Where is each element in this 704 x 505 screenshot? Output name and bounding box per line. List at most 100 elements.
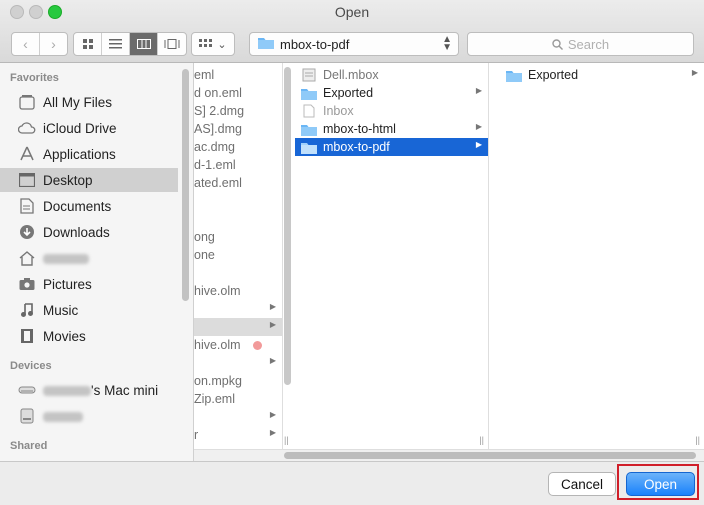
list-item[interactable]: Zip.eml xyxy=(194,390,282,408)
camera-icon xyxy=(18,276,36,292)
folder-icon xyxy=(301,122,317,136)
sidebar-item-icloud-drive[interactable]: iCloud Drive xyxy=(0,116,178,140)
column-resize-handle[interactable]: || xyxy=(695,435,700,445)
location-label: mbox-to-pdf xyxy=(280,36,350,52)
disclosure-arrow-icon: ▶ xyxy=(269,320,276,329)
mbox-file-icon xyxy=(301,68,317,82)
location-popup[interactable]: mbox-to-pdf ▲ ▼ xyxy=(249,32,459,56)
redacted-device-owner xyxy=(43,385,91,396)
red-tag-icon xyxy=(253,341,262,350)
arrange-menu-button[interactable]: ⌄ xyxy=(191,32,235,56)
list-item-selected[interactable]: mbox-to-pdf ▶ xyxy=(295,138,488,156)
list-item[interactable]: hive.olm xyxy=(194,336,282,354)
forward-button[interactable]: › xyxy=(40,33,67,55)
shared-heading: Shared xyxy=(10,440,48,452)
list-item[interactable]: ated.eml xyxy=(194,174,282,192)
horizontal-scrollbar[interactable] xyxy=(284,452,696,459)
favorites-heading: Favorites xyxy=(10,72,59,84)
column-subfolder: Exported ▶ || xyxy=(500,63,704,449)
updown-chevron-icon: ▲ ▼ xyxy=(442,34,452,53)
column-view-button[interactable] xyxy=(130,33,158,55)
list-item[interactable]: AS].dmg xyxy=(194,120,282,138)
sidebar-item-disk[interactable] xyxy=(0,404,178,428)
column-current-folder: Dell.mbox Exported ▶ Inbox mbox-to-html … xyxy=(295,63,489,449)
list-view-button[interactable] xyxy=(102,33,130,55)
icon-view-button[interactable] xyxy=(74,33,102,55)
titlebar: Open ‹ › ⌄ mbox-to-pdf ▲ ▼ Search xyxy=(0,0,704,63)
list-item[interactable]: ▶ xyxy=(194,408,282,426)
cancel-button[interactable]: Cancel xyxy=(548,472,616,496)
downloads-icon xyxy=(18,224,36,240)
chevron-right-icon: › xyxy=(51,36,56,52)
sidebar-item-desktop[interactable]: Desktop xyxy=(0,168,178,192)
column-scrollbar[interactable] xyxy=(284,67,291,385)
sidebar-item-applications[interactable]: Applications xyxy=(0,142,178,166)
document-icon xyxy=(301,104,317,118)
column-resize-handle[interactable]: || xyxy=(284,435,289,445)
cover-flow-button[interactable] xyxy=(158,33,185,55)
list-item[interactable]: S] 2.dmg xyxy=(194,102,282,120)
list-item[interactable]: Exported ▶ xyxy=(295,84,488,102)
list-item[interactable]: ong xyxy=(194,228,282,246)
documents-icon xyxy=(18,198,36,214)
sidebar-item-movies[interactable]: Movies xyxy=(0,324,178,348)
redacted-disk-name xyxy=(43,411,83,422)
disclosure-arrow-icon: ▶ xyxy=(475,140,482,149)
list-item[interactable]: Exported ▶ xyxy=(500,66,704,84)
sidebar-item-label xyxy=(43,409,83,424)
view-mode-segment xyxy=(73,32,187,56)
sidebar-item-home[interactable] xyxy=(0,246,178,270)
sidebar-item-label: Movies xyxy=(43,328,86,344)
sidebar-item-all-my-files[interactable]: All My Files xyxy=(0,90,178,114)
list-item[interactable]: ac.dmg xyxy=(194,138,282,156)
sidebar-item-downloads[interactable]: Downloads xyxy=(0,220,178,244)
folder-icon xyxy=(301,140,317,154)
chevron-left-icon: ‹ xyxy=(23,36,28,52)
list-item[interactable]: Inbox xyxy=(295,102,488,120)
list-item[interactable]: one xyxy=(194,246,282,264)
list-item-selected[interactable]: ▶ xyxy=(194,318,282,336)
sidebar-item-label: iCloud Drive xyxy=(43,120,117,136)
folder-icon xyxy=(301,86,317,100)
search-field[interactable]: Search xyxy=(467,32,694,56)
back-button[interactable]: ‹ xyxy=(12,33,40,55)
list-item[interactable]: mbox-to-html ▶ xyxy=(295,120,488,138)
list-item[interactable]: Dell.mbox xyxy=(295,66,488,84)
disclosure-arrow-icon: ▶ xyxy=(269,428,276,437)
list-item[interactable]: ▶ xyxy=(194,354,282,372)
sidebar-item-documents[interactable]: Documents xyxy=(0,194,178,218)
sidebar-item-label: Pictures xyxy=(43,276,92,292)
column-parent: eml d on.eml S] 2.dmg AS].dmg ac.dmg d-1… xyxy=(194,63,283,449)
sidebar-item-label: Downloads xyxy=(43,224,110,240)
list-item[interactable]: hive.olm xyxy=(194,282,282,300)
search-placeholder: Search xyxy=(567,36,610,52)
sidebar-item-music[interactable]: Music xyxy=(0,298,178,322)
list-item[interactable]: d on.eml xyxy=(194,84,282,102)
sidebar-item-mac-mini[interactable]: 's Mac mini xyxy=(0,378,178,402)
disclosure-arrow-icon: ▶ xyxy=(691,68,698,77)
sidebar-item-label: All My Files xyxy=(43,94,113,110)
list-item[interactable] xyxy=(194,192,282,210)
annotation-highlight-box xyxy=(617,464,699,500)
all-files-icon xyxy=(18,94,36,110)
list-item[interactable]: r ▶ xyxy=(194,426,282,444)
columns-icon xyxy=(136,39,151,49)
list-item[interactable]: eml xyxy=(194,66,282,84)
window-title: Open xyxy=(334,4,370,20)
list-item[interactable]: on.mpkg xyxy=(194,372,282,390)
home-icon xyxy=(18,250,36,266)
disk-icon xyxy=(18,408,36,424)
chevron-down-icon: ⌄ xyxy=(217,38,227,51)
cover-flow-icon xyxy=(164,39,179,49)
sidebar-item-pictures[interactable]: Pictures xyxy=(0,272,178,296)
list-item[interactable] xyxy=(194,264,282,282)
desktop-icon xyxy=(18,172,36,188)
sidebar-item-label xyxy=(43,251,89,266)
sidebar-scrollbar[interactable] xyxy=(182,69,189,301)
disclosure-arrow-icon: ▶ xyxy=(269,356,276,365)
list-icon xyxy=(109,39,122,49)
sidebar-item-label: Applications xyxy=(43,146,116,162)
list-item[interactable]: d-1.eml xyxy=(194,156,282,174)
column-resize-handle[interactable]: || xyxy=(479,435,484,445)
list-item[interactable]: ▶ xyxy=(194,300,282,318)
